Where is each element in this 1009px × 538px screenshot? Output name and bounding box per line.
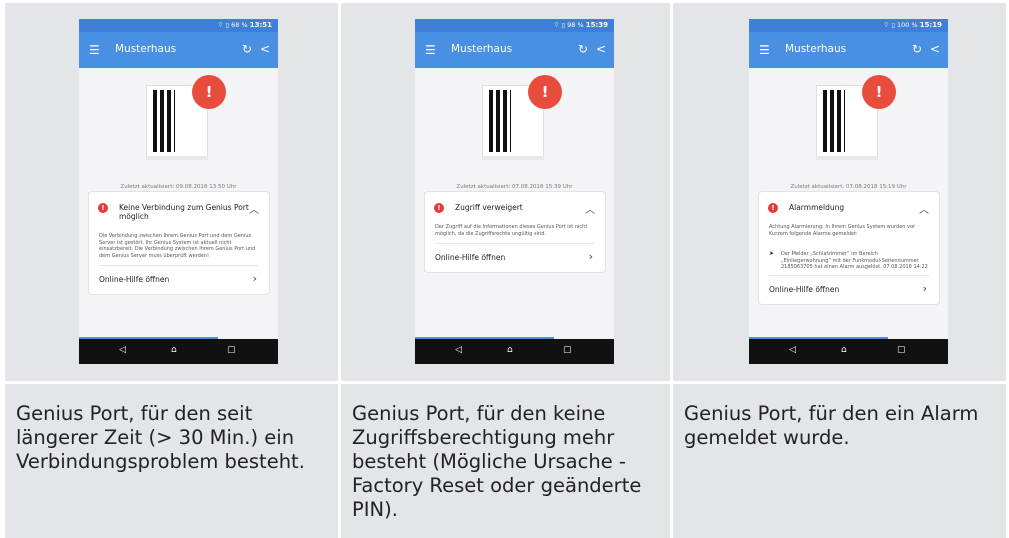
online-help-label: Online-Hilfe öffnen: [435, 253, 506, 262]
online-help-link[interactable]: Online-Hilfe öffnen ›: [89, 266, 269, 294]
status-card: ! Alarmmeldung ︿ Achtung Alarmierung: In…: [758, 191, 940, 305]
last-updated: Zuletzt aktualisiert: 07.08.2018 15:19 U…: [790, 184, 907, 190]
caption-cell-2: Genius Port, für den keine Zugriffsberec…: [341, 384, 670, 538]
app-title: Musterhaus: [115, 43, 177, 55]
chevron-up-icon[interactable]: ︿: [585, 201, 595, 216]
android-nav-bar: ◁ ⌂ ▢: [79, 339, 278, 364]
card-message: Der Zugriff auf die Informationen dieses…: [435, 224, 588, 237]
caption-cell-3: Genius Port, für den ein Alarm gemeldet …: [673, 384, 1006, 538]
share-icon[interactable]: <: [260, 42, 270, 56]
error-icon: !: [768, 203, 778, 213]
card-title: Zugriff verweigert: [455, 203, 523, 212]
card-header[interactable]: ! Keine Verbindung zum Genius Port mögli…: [89, 192, 269, 227]
card-header[interactable]: ! Alarmmeldung ︿: [759, 192, 939, 218]
arrow-right-icon: ➤: [769, 250, 775, 257]
card-title: Keine Verbindung zum Genius Port möglich: [119, 203, 249, 221]
alert-badge-icon: !: [528, 75, 562, 109]
status-icons: ⌔ ▯ 100 %: [883, 21, 918, 29]
menu-icon[interactable]: ☰: [759, 44, 770, 56]
card-message: Achtung Alarmierung: In Ihrem Genius Sys…: [769, 224, 916, 237]
share-icon[interactable]: <: [930, 42, 940, 56]
status-bar: ⌔ ▯ 68 % 13:51: [79, 19, 278, 32]
last-updated: Zuletzt aktualisiert: 07.08.2018 15:39 U…: [456, 184, 573, 190]
share-icon[interactable]: <: [596, 42, 606, 56]
home-icon[interactable]: ⌂: [841, 345, 847, 355]
status-icons: ⌔ ▯ 98 %: [553, 21, 584, 29]
card-header[interactable]: ! Zugriff verweigert ︿: [425, 192, 605, 218]
status-time: 15:39: [585, 21, 608, 29]
back-icon[interactable]: ◁: [455, 345, 462, 355]
recent-apps-icon[interactable]: ▢: [227, 345, 236, 355]
status-card: ! Keine Verbindung zum Genius Port mögli…: [88, 191, 270, 295]
status-bar: ⌔ ▯ 100 % 15:19: [749, 19, 948, 32]
recent-apps-icon[interactable]: ▢: [563, 345, 572, 355]
menu-icon[interactable]: ☰: [89, 44, 100, 56]
alarm-entry: ➤ Der Melder „Schlafzimmer“ im Bereich „…: [759, 243, 939, 275]
screenshot-cell-2: ⌔ ▯ 98 % 15:39 ☰ Musterhaus ↻ < ! Zuletz…: [341, 3, 670, 381]
android-nav-bar: ◁ ⌂ ▢: [749, 339, 948, 364]
status-time: 15:19: [919, 21, 942, 29]
home-icon[interactable]: ⌂: [507, 345, 513, 355]
caption-cell-1: Genius Port, für den seit längerer Zeit …: [5, 384, 338, 538]
figure-grid: ⌔ ▯ 68 % 13:51 ☰ Musterhaus ↻ < ! Zuletz…: [5, 3, 1006, 538]
app-bar: ☰ Musterhaus ↻ <: [415, 32, 614, 68]
online-help-label: Online-Hilfe öffnen: [769, 284, 840, 294]
online-help-label: Online-Hilfe öffnen: [99, 275, 170, 284]
phone-screen: ⌔ ▯ 100 % 15:19 ☰ Musterhaus ↻ < ! Zulet…: [749, 19, 948, 364]
alert-badge-icon: !: [862, 75, 896, 109]
screenshot-cell-1: ⌔ ▯ 68 % 13:51 ☰ Musterhaus ↻ < ! Zuletz…: [5, 3, 338, 381]
app-title: Musterhaus: [785, 43, 847, 55]
alert-badge-icon: !: [192, 75, 226, 109]
chevron-right-icon: ›: [922, 281, 927, 295]
card-title: Alarmmeldung: [789, 203, 845, 212]
app-bar: ☰ Musterhaus ↻ <: [79, 32, 278, 68]
back-icon[interactable]: ◁: [119, 345, 126, 355]
card-message: Die Verbindung zwischen Ihrem Genius Por…: [99, 233, 256, 259]
chevron-right-icon: ›: [252, 272, 257, 285]
status-bar: ⌔ ▯ 98 % 15:39: [415, 19, 614, 32]
phone-screen: ⌔ ▯ 98 % 15:39 ☰ Musterhaus ↻ < ! Zuletz…: [415, 19, 614, 364]
alarm-text: Der Melder „Schlafzimmer“ im Bereich „Ei…: [781, 251, 928, 270]
error-icon: !: [98, 203, 108, 213]
online-help-link[interactable]: Online-Hilfe öffnen ›: [759, 276, 939, 304]
app-title: Musterhaus: [451, 43, 513, 55]
android-nav-bar: ◁ ⌂ ▢: [415, 339, 614, 364]
caption: Genius Port, für den keine Zugriffsberec…: [352, 402, 642, 521]
menu-icon[interactable]: ☰: [425, 44, 436, 56]
status-card: ! Zugriff verweigert ︿ Der Zugriff auf d…: [424, 191, 606, 273]
error-icon: !: [434, 203, 444, 213]
last-updated: Zuletzt aktualisiert: 09.08.2018 13:50 U…: [120, 184, 237, 190]
status-time: 13:51: [249, 21, 272, 29]
status-icons: ⌔ ▯ 68 %: [217, 21, 248, 29]
chevron-right-icon: ›: [588, 250, 593, 263]
phone-screen: ⌔ ▯ 68 % 13:51 ☰ Musterhaus ↻ < ! Zuletz…: [79, 19, 278, 364]
refresh-icon[interactable]: ↻: [578, 42, 588, 56]
app-bar: ☰ Musterhaus ↻ <: [749, 32, 948, 68]
chevron-up-icon[interactable]: ︿: [249, 201, 259, 216]
home-icon[interactable]: ⌂: [171, 345, 177, 355]
screenshot-cell-3: ⌔ ▯ 100 % 15:19 ☰ Musterhaus ↻ < ! Zulet…: [673, 3, 1006, 381]
caption: Genius Port, für den seit längerer Zeit …: [16, 402, 305, 473]
recent-apps-icon[interactable]: ▢: [897, 345, 906, 355]
back-icon[interactable]: ◁: [789, 345, 796, 355]
chevron-up-icon[interactable]: ︿: [919, 201, 929, 216]
refresh-icon[interactable]: ↻: [242, 42, 252, 56]
refresh-icon[interactable]: ↻: [912, 42, 922, 56]
online-help-link[interactable]: Online-Hilfe öffnen ›: [425, 244, 605, 272]
caption: Genius Port, für den ein Alarm gemeldet …: [684, 402, 979, 449]
